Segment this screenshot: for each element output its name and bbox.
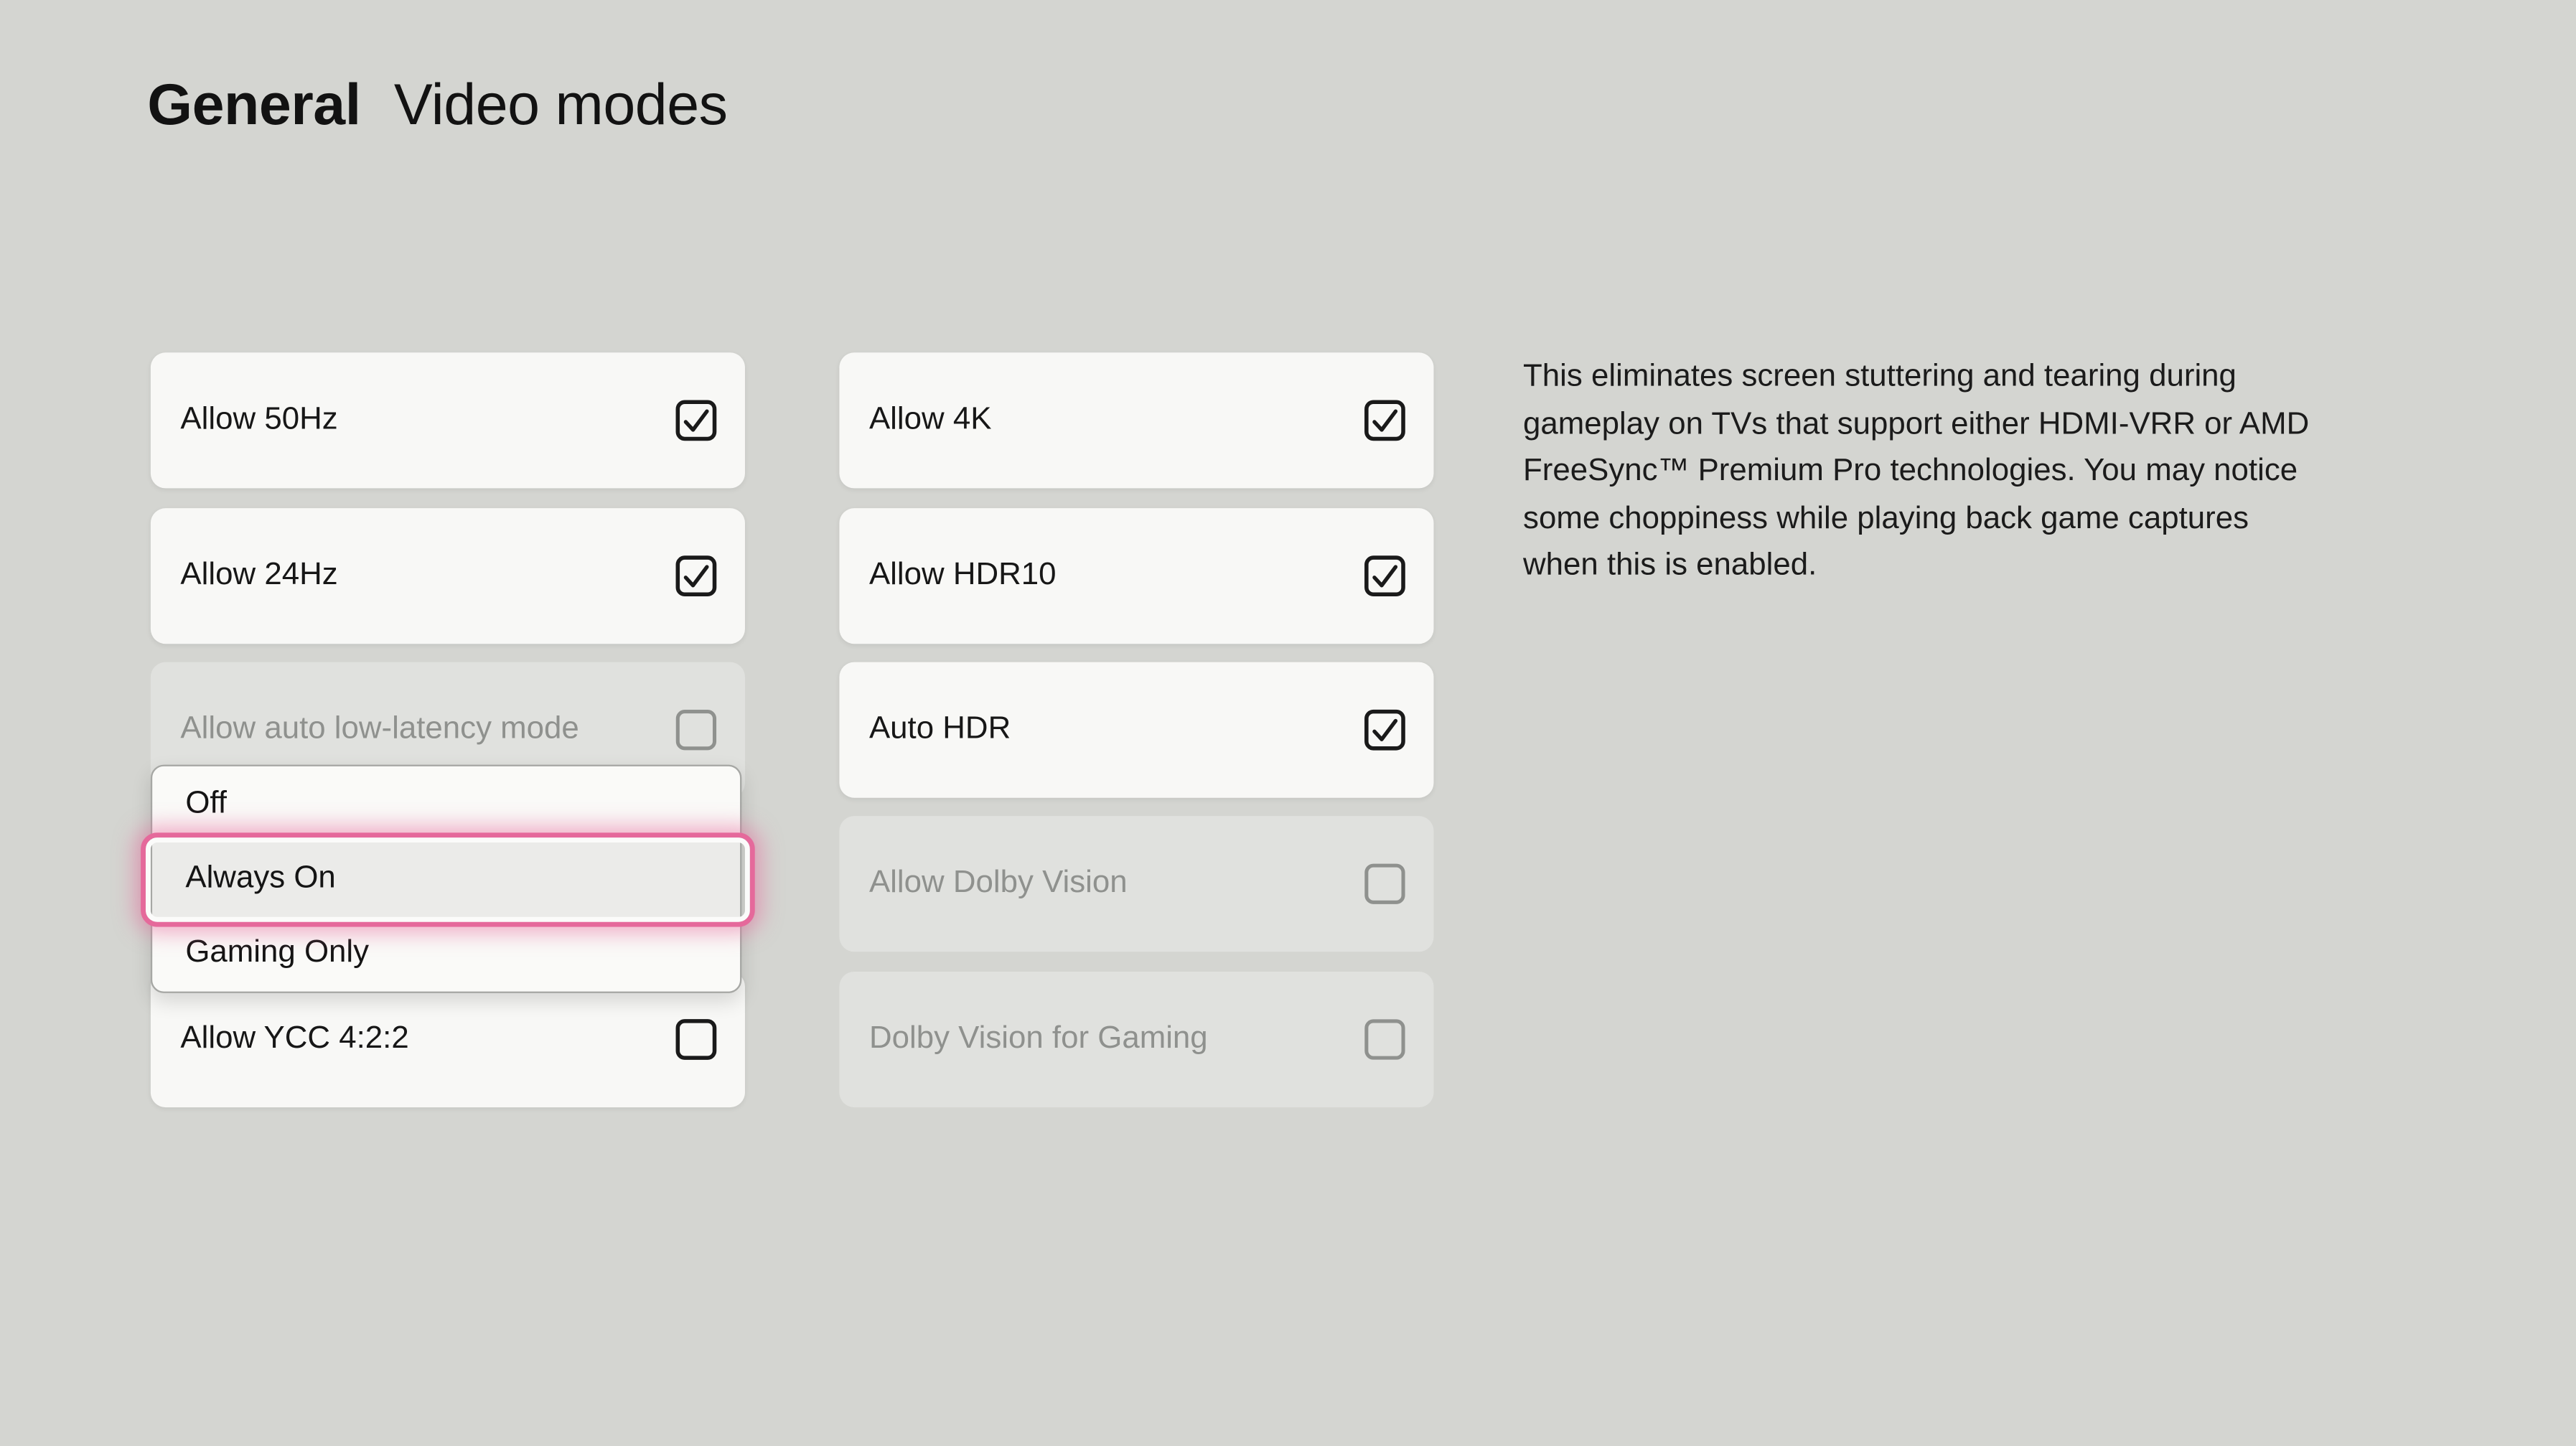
dropdown-option-gaming-only[interactable]: Gaming Only	[152, 916, 740, 992]
setting-description: This eliminates screen stuttering and te…	[1523, 355, 2450, 591]
setting-label: Allow 4K	[869, 402, 992, 438]
option-label: Off	[185, 786, 227, 822]
section-title: General	[147, 72, 360, 137]
setting-label: Dolby Vision for Gaming	[869, 1021, 1208, 1058]
setting-label: Allow auto low-latency mode	[180, 712, 579, 748]
description-line: FreeSync™ Premium Pro technologies. You …	[1523, 449, 2450, 497]
dropdown-option-off[interactable]: Off	[152, 766, 740, 842]
setting-card-dolby-vision-for-gaming: Dolby Vision for Gaming	[839, 972, 1433, 1107]
setting-label: Auto HDR	[869, 712, 1011, 748]
checkbox-unchecked	[675, 709, 717, 751]
setting-label: Allow Dolby Vision	[869, 865, 1128, 902]
checkmark-icon	[1374, 567, 1396, 586]
description-line: gameplay on TVs that support either HDMI…	[1523, 402, 2450, 449]
setting-card-allow-dolby-vision: Allow Dolby Vision	[839, 816, 1433, 952]
setting-label: Allow YCC 4:2:2	[180, 1021, 408, 1058]
setting-label: Allow 50Hz	[180, 402, 337, 438]
option-label: Gaming Only	[185, 936, 369, 972]
setting-card-allow-hdr10[interactable]: Allow HDR10	[839, 508, 1433, 644]
description-line: This eliminates screen stuttering and te…	[1523, 355, 2450, 402]
checkbox-checked[interactable]	[1364, 400, 1406, 441]
setting-card-allow-24hz[interactable]: Allow 24Hz	[151, 508, 745, 644]
checkmark-icon	[685, 567, 707, 586]
checkbox-unchecked	[1364, 863, 1406, 905]
setting-label: Allow 24Hz	[180, 558, 337, 594]
page-title: General Video modes	[147, 72, 727, 139]
checkbox-checked[interactable]	[1364, 555, 1406, 597]
video-modes-settings-screen: General Video modes Allow 50Hz Allow 24Hz…	[0, 0, 2576, 1446]
checkbox-unchecked	[1364, 1019, 1406, 1061]
checkbox-checked[interactable]	[1364, 709, 1406, 751]
checkmark-icon	[1374, 721, 1396, 740]
checkbox-checked[interactable]	[675, 400, 717, 441]
dropdown-option-always-on[interactable]: Always On	[152, 841, 740, 916]
checkbox-checked[interactable]	[675, 555, 717, 597]
description-line: some choppiness while playing back game …	[1523, 496, 2450, 543]
checkmark-icon	[685, 411, 707, 430]
setting-card-allow-50hz[interactable]: Allow 50Hz	[151, 352, 745, 488]
option-label: Always On	[185, 860, 335, 897]
setting-card-allow-4k[interactable]: Allow 4K	[839, 352, 1433, 488]
subpage-title: Video modes	[394, 72, 728, 137]
description-line: when this is enabled.	[1523, 543, 2450, 591]
checkmark-icon	[1374, 411, 1396, 430]
auto-low-latency-dropdown-menu: Off Always On Gaming Only	[151, 765, 741, 993]
checkbox-unchecked[interactable]	[675, 1019, 717, 1061]
setting-card-auto-hdr[interactable]: Auto HDR	[839, 662, 1433, 798]
setting-label: Allow HDR10	[869, 558, 1057, 594]
